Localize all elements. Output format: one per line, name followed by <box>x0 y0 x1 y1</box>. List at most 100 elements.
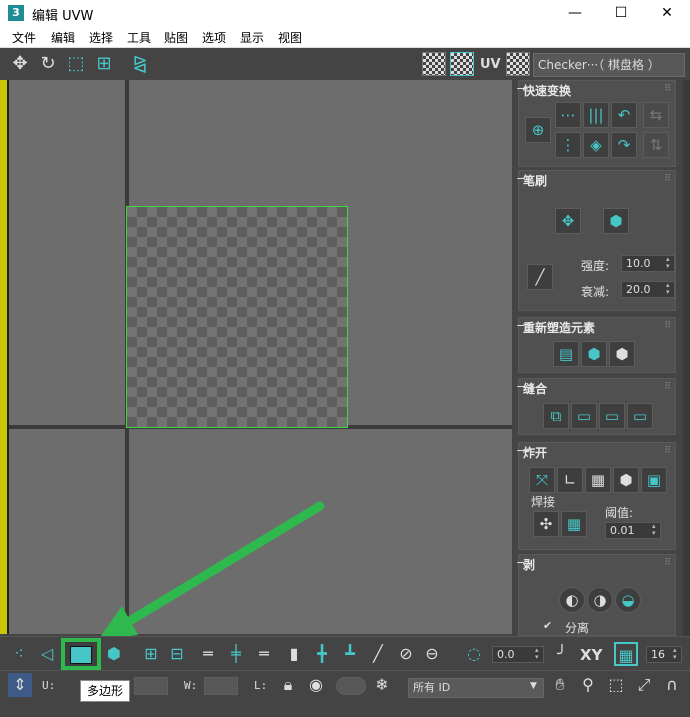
threshold-spinner[interactable]: 0.01 <box>605 522 661 539</box>
chevron-down-icon[interactable]: ▼ <box>530 681 537 691</box>
id-filter-select[interactable]: 所有 ID <box>408 678 544 698</box>
stitch-custom-icon[interactable]: ⧉ <box>543 403 569 429</box>
relax-settings-icon[interactable]: ⬢ <box>609 341 635 367</box>
detach-checkbox[interactable]: ✔ <box>543 619 552 632</box>
mirror-icon[interactable]: ⧎ <box>128 52 152 76</box>
freeform-icon[interactable]: ⊞ <box>92 52 116 76</box>
brush-falloff-icon[interactable]: ╱ <box>527 264 553 290</box>
loop-shrink-icon[interactable]: ═ <box>252 642 276 666</box>
falloff-curve-icon[interactable]: ╯ <box>550 642 574 666</box>
w-field[interactable] <box>204 677 238 695</box>
paint-move-icon[interactable]: ✥ <box>555 208 581 234</box>
v-field[interactable] <box>134 677 168 695</box>
space-horizontal-icon[interactable]: ||| <box>583 102 609 128</box>
rollout-title[interactable]: 剥 <box>523 556 535 573</box>
zoom-extents-icon[interactable]: ⤢ <box>632 673 656 697</box>
grip-icon[interactable]: ⠿ <box>664 382 671 392</box>
menu-mapping[interactable]: 贴图 <box>164 29 188 46</box>
grip-icon[interactable]: ⠿ <box>664 558 671 568</box>
options-icon[interactable] <box>506 52 530 76</box>
grip-icon[interactable]: ⠿ <box>664 84 671 94</box>
loop-icon[interactable]: ═ <box>196 642 220 666</box>
peel-reset-icon[interactable]: ◒ <box>615 587 641 613</box>
visibility-icon[interactable]: ◉ <box>304 673 328 697</box>
straighten-icon[interactable]: ▤ <box>553 341 579 367</box>
weld-target-icon[interactable]: ▦ <box>561 511 587 537</box>
move-icon[interactable]: ✥ <box>8 52 32 76</box>
soft-select-spinner[interactable]: 0.0 <box>492 646 544 663</box>
relax-icon[interactable]: ⬢ <box>581 341 607 367</box>
scale-icon[interactable]: ⬚ <box>64 52 88 76</box>
paint-relax-icon[interactable]: ⬢ <box>603 208 629 234</box>
lasso-icon[interactable]: ∩ <box>660 673 684 697</box>
zoom-region-icon[interactable]: ⬚ <box>604 673 628 697</box>
polygon-mode-button[interactable] <box>61 638 101 670</box>
uv-label[interactable]: UV <box>480 57 501 72</box>
flatten-by-smoothing-icon[interactable]: ⬢ <box>613 467 639 493</box>
uv-viewport[interactable] <box>7 80 512 634</box>
menu-edit[interactable]: 编辑 <box>51 29 75 46</box>
strength-spinner[interactable]: 10.0 <box>621 255 675 272</box>
rollout-title[interactable]: 快速变换 <box>523 82 571 99</box>
menu-options[interactable]: 选项 <box>202 29 226 46</box>
menu-display[interactable]: 显示 <box>240 29 264 46</box>
quick-peel-icon[interactable]: ◐ <box>559 587 585 613</box>
menu-view[interactable]: 视图 <box>278 29 302 46</box>
transform-center-icon[interactable]: ⊕ <box>525 117 551 143</box>
maximize-button[interactable]: ☐ <box>598 0 644 26</box>
align-center-icon[interactable]: ◈ <box>583 132 609 158</box>
flatten-icon[interactable]: ▦ <box>585 467 611 493</box>
break-icon[interactable]: ⤧ <box>529 467 555 493</box>
falloff-spinner[interactable]: 20.0 <box>621 281 675 298</box>
rotate-icon[interactable]: ↻ <box>36 52 60 76</box>
grip-icon[interactable]: ⠿ <box>664 174 671 184</box>
paint-select-icon[interactable]: ╱ <box>366 642 390 666</box>
rollout-title[interactable]: 笔刷 <box>523 172 547 189</box>
peel-mode-icon[interactable]: ◑ <box>587 587 613 613</box>
menu-file[interactable]: 文件 <box>12 29 36 46</box>
freeze-icon[interactable]: ❄ <box>370 673 394 697</box>
absolute-mode-icon[interactable]: ⇕ <box>8 673 32 697</box>
zoom-icon[interactable]: ⚲ <box>576 673 600 697</box>
flatten-by-material-icon[interactable]: ▣ <box>641 467 667 493</box>
align-horizontal-icon[interactable]: ⋯ <box>555 102 581 128</box>
minimize-button[interactable]: — <box>552 0 598 26</box>
shrink-selection-icon[interactable]: ⊟ <box>165 642 189 666</box>
ring-grow-icon[interactable]: ╋ <box>310 642 334 666</box>
stitch-average-icon[interactable]: ▭ <box>599 403 625 429</box>
filter-field[interactable] <box>336 677 366 695</box>
paint-grow-icon[interactable]: ⊘ <box>394 642 418 666</box>
menu-select[interactable]: 选择 <box>89 29 113 46</box>
grip-icon[interactable]: ⠿ <box>664 321 671 331</box>
align-vertical-icon[interactable]: ⋮ <box>555 132 581 158</box>
grid-snap-icon[interactable]: ▦ <box>614 642 638 666</box>
element-mode-icon[interactable]: ⬢ <box>102 642 126 666</box>
grip-icon[interactable]: ⠿ <box>664 446 671 456</box>
close-button[interactable]: ✕ <box>644 0 690 26</box>
grid-spinner[interactable]: 16 <box>646 646 682 663</box>
soft-select-icon[interactable]: ◌ <box>462 642 486 666</box>
show-map-icon[interactable] <box>450 52 474 76</box>
stitch-target-icon[interactable]: ▭ <box>627 403 653 429</box>
loop-grow-icon[interactable]: ╪ <box>224 642 248 666</box>
rollout-title[interactable]: 重新塑造元素 <box>523 319 595 336</box>
weld-selected-icon[interactable]: ✣ <box>533 511 559 537</box>
break-edges-icon[interactable]: ∟ <box>557 467 583 493</box>
rollout-title[interactable]: 缝合 <box>523 380 547 397</box>
ring-shrink-icon[interactable]: ┻ <box>338 642 362 666</box>
right-panel-scrollbar[interactable] <box>683 80 690 636</box>
grow-selection-icon[interactable]: ⊞ <box>139 642 163 666</box>
pan-icon[interactable]: ✋︎ <box>548 673 572 697</box>
flip-vertical-icon[interactable]: ⇅ <box>643 132 669 158</box>
paint-shrink-icon[interactable]: ⊖ <box>420 642 444 666</box>
checker-toggle-icon[interactable] <box>422 52 446 76</box>
uv-checker-quad[interactable] <box>126 206 348 428</box>
ring-icon[interactable]: ▮ <box>282 642 306 666</box>
lock-icon[interactable]: 🔒︎ <box>276 673 300 697</box>
rotate-ccw-icon[interactable]: ↶ <box>611 102 637 128</box>
edge-mode-icon[interactable]: ◁ <box>35 642 59 666</box>
stitch-source-icon[interactable]: ▭ <box>571 403 597 429</box>
rollout-title[interactable]: 炸开 <box>523 444 547 461</box>
vertex-mode-icon[interactable]: ⁖ <box>7 642 31 666</box>
rotate-cw-icon[interactable]: ↷ <box>611 132 637 158</box>
